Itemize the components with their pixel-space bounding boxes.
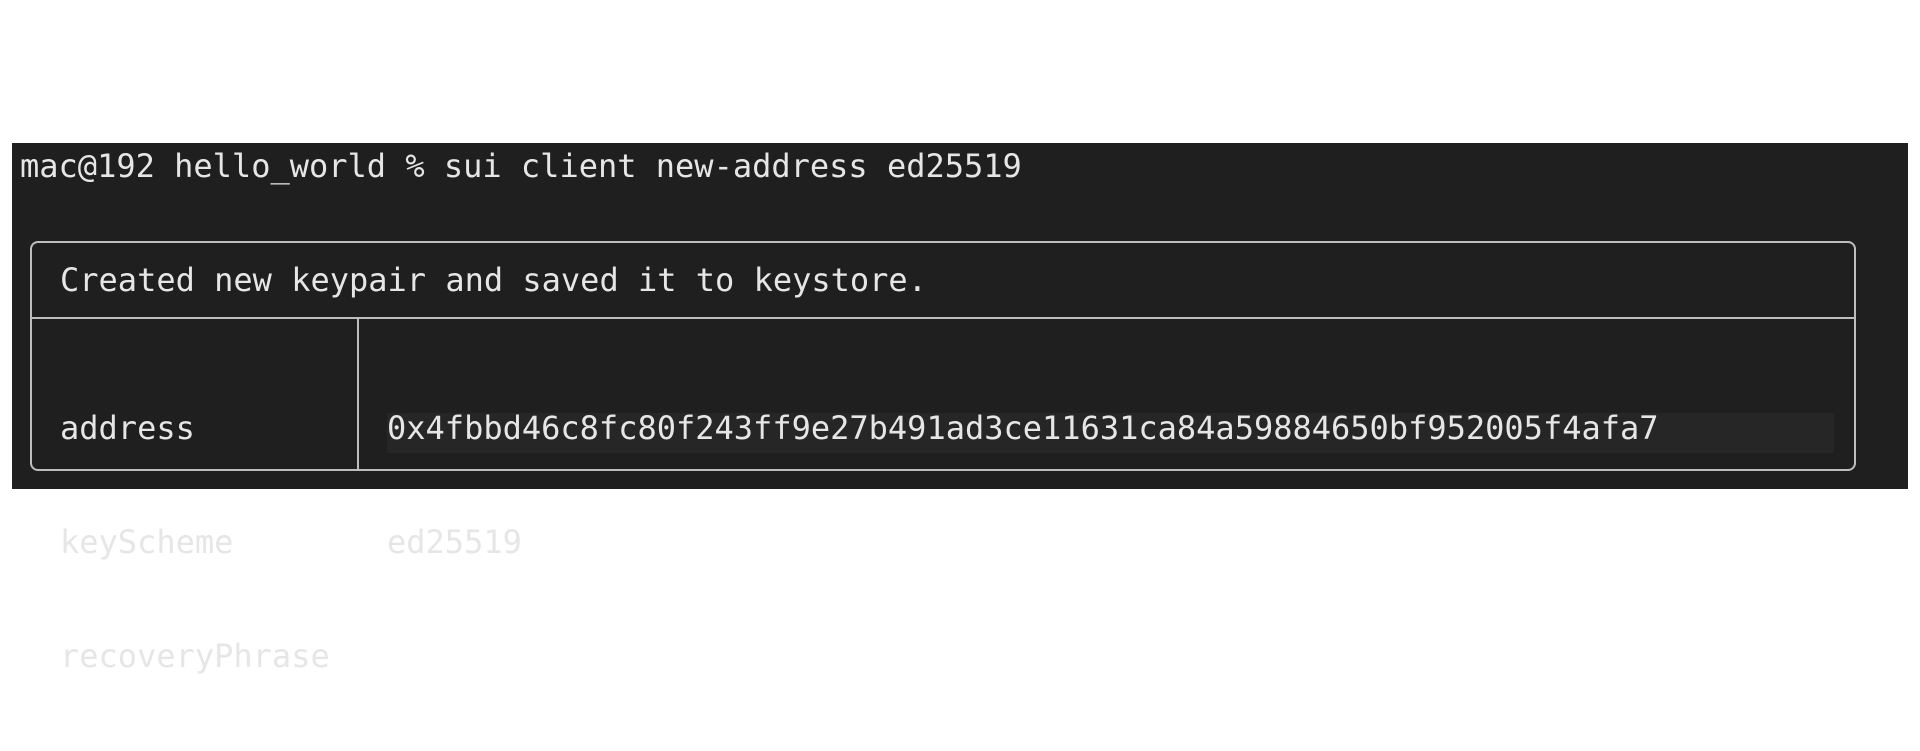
output-table-header: Created new keypair and saved it to keys… — [32, 243, 1854, 319]
terminal-window[interactable]: mac@192 hello_world % sui client new-add… — [12, 143, 1908, 675]
value-recoveryphrase — [387, 637, 1659, 675]
key-column: address keyScheme recoveryPhrase — [60, 333, 330, 751]
value-address[interactable]: 0x4fbbd46c8fc80f243ff9e27b491ad3ce11631c… — [387, 409, 1659, 447]
value-column: 0x4fbbd46c8fc80f243ff9e27b491ad3ce11631c… — [387, 333, 1659, 751]
key-keyscheme: keyScheme — [60, 523, 234, 561]
value-keyscheme: ed25519 — [387, 523, 522, 561]
command-line: mac@192 hello_world % sui client new-add… — [20, 147, 1022, 185]
output-message: Created new keypair and saved it to keys… — [60, 261, 927, 299]
key-address: address — [60, 409, 195, 447]
column-divider — [357, 319, 359, 469]
output-table: Created new keypair and saved it to keys… — [30, 241, 1856, 675]
key-recoveryphrase: recoveryPhrase — [60, 637, 330, 675]
output-table-body: address keyScheme recoveryPhrase 0x4fbbd… — [32, 319, 1854, 675]
